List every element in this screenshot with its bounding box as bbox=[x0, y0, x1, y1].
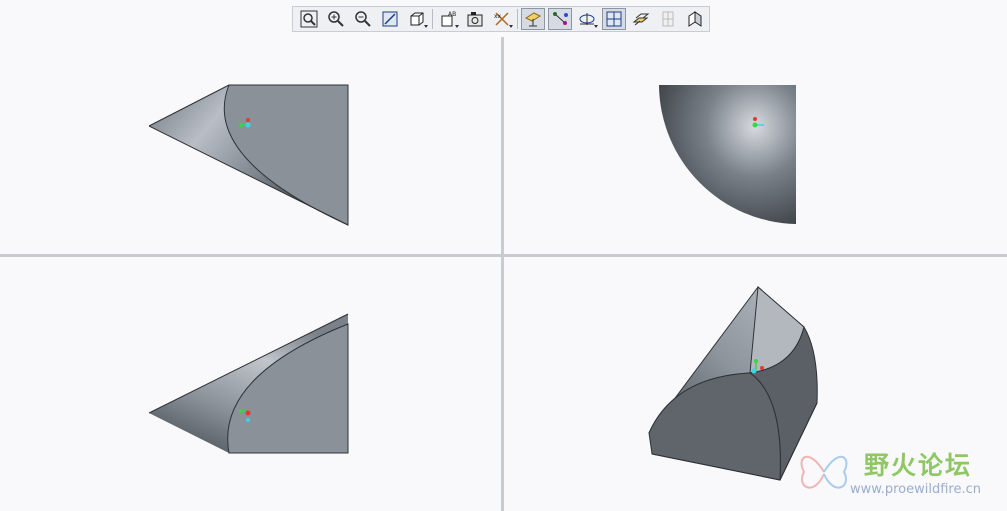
watermark-url: www.proewildfire.cn bbox=[850, 482, 981, 497]
spin-center-button[interactable] bbox=[575, 8, 599, 30]
section-button[interactable] bbox=[656, 8, 680, 30]
watermark-title: 野火论坛 bbox=[864, 451, 973, 480]
model-right-view[interactable] bbox=[659, 85, 796, 224]
plane-display-icon bbox=[524, 12, 542, 27]
viewport-front[interactable] bbox=[0, 37, 501, 254]
svg-text:xx: xx bbox=[494, 13, 502, 20]
repaint-icon bbox=[382, 11, 398, 27]
zoom-in-icon bbox=[328, 11, 344, 27]
datum-display-button[interactable]: xx bbox=[490, 8, 514, 30]
viewport-top[interactable] bbox=[0, 257, 501, 511]
layer-icon bbox=[632, 13, 650, 26]
svg-text:AB: AB bbox=[448, 11, 456, 18]
axis-display-icon bbox=[553, 12, 568, 25]
layer-button[interactable] bbox=[629, 8, 653, 30]
zoom-in-button[interactable] bbox=[324, 8, 348, 30]
model-top-view[interactable] bbox=[148, 313, 349, 454]
viewport-right[interactable] bbox=[504, 37, 1007, 254]
plane-display-toggle[interactable] bbox=[521, 8, 545, 30]
view-toolbar: AB xx bbox=[292, 6, 710, 32]
zoom-fit-button[interactable] bbox=[297, 8, 321, 30]
appearance-icon bbox=[688, 11, 702, 27]
model-front-view[interactable] bbox=[148, 84, 349, 226]
butterfly-logo-icon bbox=[800, 456, 848, 489]
repaint-button[interactable] bbox=[378, 8, 402, 30]
display-style-button[interactable] bbox=[405, 8, 429, 30]
view-manager-button[interactable] bbox=[463, 8, 487, 30]
toolbar-separator bbox=[432, 9, 433, 29]
forum-watermark: 野火论坛 www.proewildfire.cn bbox=[792, 440, 1002, 502]
zoom-fit-icon bbox=[300, 10, 318, 28]
toolbar-separator bbox=[517, 9, 518, 29]
section-icon bbox=[662, 11, 674, 27]
saved-views-button[interactable]: AB bbox=[436, 8, 460, 30]
multi-view-icon bbox=[606, 11, 622, 27]
appearance-button[interactable] bbox=[683, 8, 707, 30]
zoom-out-icon bbox=[355, 11, 371, 27]
view-manager-icon bbox=[467, 12, 483, 27]
axis-display-toggle[interactable] bbox=[548, 8, 572, 30]
zoom-out-button[interactable] bbox=[351, 8, 375, 30]
multi-view-toggle[interactable] bbox=[602, 8, 626, 30]
